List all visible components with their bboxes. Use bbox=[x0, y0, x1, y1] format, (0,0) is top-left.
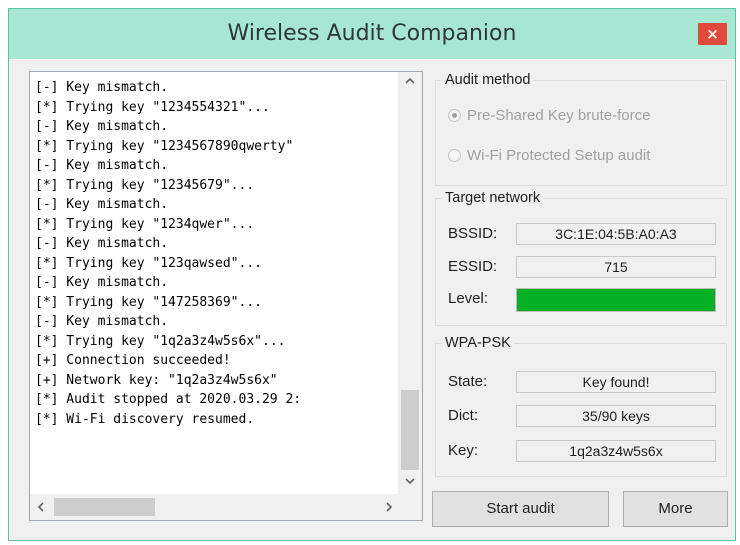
essid-field: 715 bbox=[516, 256, 716, 278]
log-line: [*] Trying key "1234554321"... bbox=[35, 99, 270, 115]
chevron-right-icon[interactable] bbox=[378, 494, 400, 520]
audit-method-group: Audit method Pre-Shared Key brute-force … bbox=[435, 72, 727, 186]
key-label: Key: bbox=[448, 442, 479, 459]
radio-wps-indicator[interactable] bbox=[448, 148, 461, 162]
log-line: [+] Network key: "1q2a3z4w5s6x" bbox=[35, 372, 278, 388]
log-line: [-] Key mismatch. bbox=[35, 197, 169, 212]
state-field: Key found! bbox=[516, 371, 716, 393]
key-row: Key: 1q2a3z4w5s6x bbox=[448, 438, 718, 464]
chevron-left-icon[interactable] bbox=[30, 494, 52, 520]
essid-row: ESSID: 715 bbox=[448, 254, 718, 280]
log-line: [*] Trying key "1234567890qwerty" bbox=[35, 138, 294, 154]
close-icon: × bbox=[706, 25, 719, 43]
start-audit-button[interactable]: Start audit bbox=[432, 491, 609, 527]
horizontal-scrollbar[interactable] bbox=[30, 494, 400, 520]
wpa-psk-group: WPA-PSK State: Key found! Dict: 35/90 ke… bbox=[435, 335, 727, 477]
log-line: [*] Trying key "147258369"... bbox=[35, 294, 262, 310]
log-line: [*] Trying key "1234qwer"... bbox=[35, 216, 255, 232]
vertical-scroll-thumb[interactable] bbox=[401, 390, 419, 470]
chevron-up-icon[interactable] bbox=[398, 72, 422, 94]
radio-wps-audit[interactable]: Wi-Fi Protected Setup audit bbox=[448, 143, 650, 167]
essid-label: ESSID: bbox=[448, 258, 498, 275]
state-label: State: bbox=[448, 373, 488, 390]
log-line: [*] Trying key "1q2a3z4w5s6x"... bbox=[35, 333, 286, 349]
bssid-row: BSSID: 3C:1E:04:5B:A0:A3 bbox=[448, 221, 718, 247]
vertical-scrollbar[interactable] bbox=[398, 72, 422, 494]
app-window: Wireless Audit Companion × [-] Key misma… bbox=[8, 8, 736, 541]
dict-field: 35/90 keys bbox=[516, 405, 716, 427]
log-line: [+] Connection succeeded! bbox=[35, 353, 231, 368]
radio-psk-bruteforce[interactable]: Pre-Shared Key brute-force bbox=[448, 103, 650, 127]
log-line: [-] Key mismatch. bbox=[35, 314, 169, 329]
bssid-field: 3C:1E:04:5B:A0:A3 bbox=[516, 223, 716, 245]
dict-row: Dict: 35/90 keys bbox=[448, 403, 718, 429]
level-label: Level: bbox=[448, 290, 489, 307]
log-line: [-] Key mismatch. bbox=[35, 275, 169, 290]
log-line: [*] Audit stopped at 2020.03.29 2: bbox=[35, 392, 302, 407]
horizontal-scroll-thumb[interactable] bbox=[54, 498, 155, 516]
radio-wps-label: Wi-Fi Protected Setup audit bbox=[467, 146, 651, 164]
chevron-down-icon[interactable] bbox=[398, 472, 422, 494]
window-title: Wireless Audit Companion bbox=[227, 21, 517, 46]
state-row: State: Key found! bbox=[448, 369, 718, 395]
scrollbar-corner bbox=[398, 494, 422, 520]
audit-method-label: Audit method bbox=[442, 72, 534, 88]
target-network-group: Target network BSSID: 3C:1E:04:5B:A0:A3 … bbox=[435, 190, 727, 326]
log-line: [-] Key mismatch. bbox=[35, 80, 169, 95]
key-field: 1q2a3z4w5s6x bbox=[516, 440, 716, 462]
radio-psk-indicator[interactable] bbox=[448, 108, 461, 122]
more-button[interactable]: More bbox=[623, 491, 728, 527]
log-panel[interactable]: [-] Key mismatch. [*] Trying key "1234554… bbox=[29, 71, 423, 521]
log-line: [-] Key mismatch. bbox=[35, 158, 169, 173]
wpa-psk-label: WPA-PSK bbox=[442, 335, 514, 351]
target-network-label: Target network bbox=[442, 190, 544, 206]
signal-level-bar bbox=[516, 288, 716, 312]
signal-level-fill bbox=[517, 289, 715, 311]
log-text: [-] Key mismatch. [*] Trying key "1234554… bbox=[35, 78, 390, 490]
title-bar[interactable]: Wireless Audit Companion × bbox=[9, 9, 735, 59]
log-line: [-] Key mismatch. bbox=[35, 236, 169, 251]
level-row: Level: bbox=[448, 286, 718, 312]
close-button[interactable]: × bbox=[698, 23, 727, 45]
log-line: [*] Trying key "12345679"... bbox=[35, 177, 255, 193]
log-line: [-] Key mismatch. bbox=[35, 119, 169, 134]
log-line: [*] Wi-Fi discovery resumed. bbox=[35, 411, 255, 427]
log-line: [*] Trying key "123qawsed"... bbox=[35, 255, 262, 271]
radio-psk-label: Pre-Shared Key brute-force bbox=[467, 106, 651, 124]
bssid-label: BSSID: bbox=[448, 225, 498, 242]
dict-label: Dict: bbox=[448, 407, 478, 424]
